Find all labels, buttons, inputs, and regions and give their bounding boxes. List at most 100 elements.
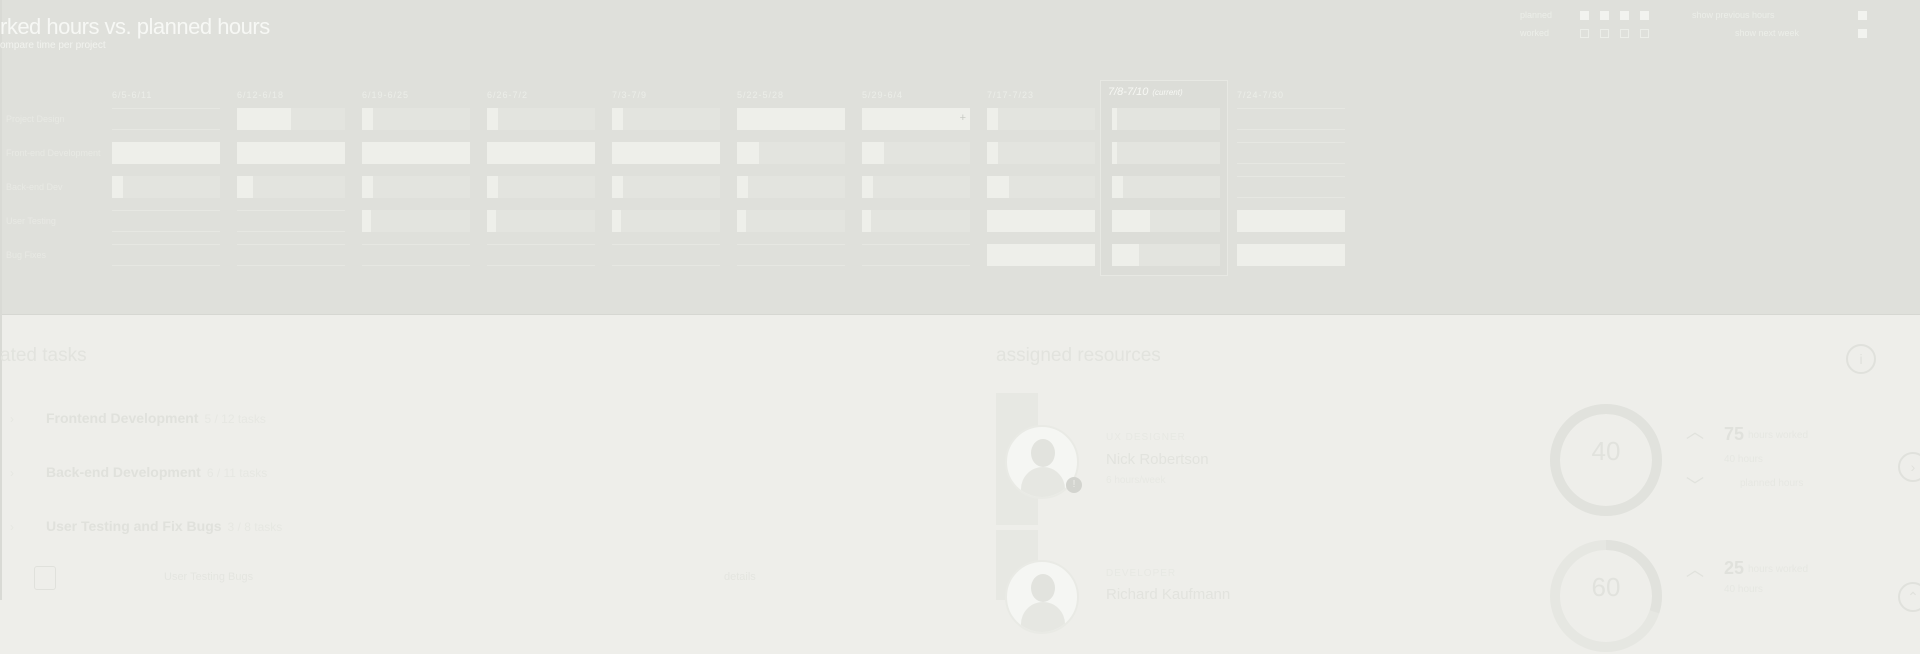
hours-cell[interactable] (112, 108, 220, 130)
avatar-head (1031, 574, 1055, 602)
legend-swatch-planned-3 (1620, 11, 1629, 20)
avatar-head (1031, 439, 1055, 467)
hours-cell-fill (1112, 244, 1139, 266)
hours-cell-track (237, 176, 345, 198)
hours-cell[interactable] (112, 176, 220, 198)
task-item[interactable]: › User Testing and Fix Bugs 3 / 8 tasks (10, 518, 282, 534)
task-name: User Testing and Fix Bugs (46, 518, 222, 534)
hours-cell[interactable] (237, 108, 345, 130)
hours-cell[interactable] (1112, 244, 1220, 266)
hours-cell[interactable] (362, 210, 470, 232)
hours-cell[interactable] (487, 142, 595, 164)
task-item[interactable]: › Back-end Development 6 / 11 tasks (10, 464, 267, 480)
hours-cell[interactable] (1237, 210, 1345, 232)
avatar-body (1021, 467, 1065, 497)
hours-cell-fill (237, 142, 345, 164)
hours-cell[interactable] (1112, 142, 1220, 164)
hours-cell[interactable] (112, 210, 220, 232)
hours-cell[interactable] (1112, 176, 1220, 198)
legend-swatch-worked (1580, 29, 1589, 38)
hours-cell[interactable] (987, 176, 1095, 198)
subtask-name: User Testing Bugs (164, 571, 254, 583)
task-count: 3 / 8 tasks (227, 520, 283, 534)
hours-cell[interactable] (237, 142, 345, 164)
hours-cell[interactable] (862, 142, 970, 164)
hours-cell[interactable] (362, 244, 470, 266)
page-title: rked hours vs. planned hours (0, 14, 270, 39)
column-header: 7/17-7/23 (987, 90, 1035, 100)
hours-cell[interactable] (112, 142, 220, 164)
hours-cell[interactable] (737, 210, 845, 232)
hours-grid: 6/5-6/11 6/12-6/18 6/19-6/25 6/26-7/2 7/3-7/… (0, 80, 1360, 280)
hours-cell-fill (612, 176, 623, 198)
resource-name[interactable]: Richard Kaufmann (1106, 586, 1230, 603)
next-resource-button[interactable]: › (1898, 452, 1920, 482)
hours-cell-track (612, 176, 720, 198)
hours-cell-track (1112, 142, 1220, 164)
hours-cell[interactable] (1237, 142, 1345, 164)
hours-cell-track (1237, 176, 1345, 198)
hours-cell-fill (1112, 176, 1123, 198)
hours-cell[interactable] (987, 108, 1095, 130)
hours-cell[interactable] (612, 142, 720, 164)
hours-cell[interactable] (737, 108, 845, 130)
row-label: Bug Fixes (6, 250, 47, 260)
hours-cell[interactable] (362, 108, 470, 130)
hours-cell[interactable] (737, 244, 845, 266)
hours-cell[interactable] (987, 142, 1095, 164)
info-icon[interactable]: i (1846, 344, 1876, 374)
hours-cell[interactable] (237, 244, 345, 266)
document-icon (34, 566, 56, 590)
hours-cell-track (1237, 142, 1345, 164)
resource-name[interactable]: Nick Robertson (1106, 451, 1209, 468)
hours-cell[interactable] (612, 210, 720, 232)
hours-cell-track (1237, 108, 1345, 130)
hours-cell[interactable] (237, 176, 345, 198)
hours-cell[interactable] (737, 142, 845, 164)
hours-cell[interactable] (862, 244, 970, 266)
chevron-down-icon[interactable]: ﹀ (1686, 472, 1704, 498)
hours-cell[interactable] (1112, 108, 1220, 130)
hours-cell[interactable] (1112, 210, 1220, 232)
hours-cell[interactable] (1237, 108, 1345, 130)
hours-cell[interactable] (1237, 176, 1345, 198)
hours-cell-track (362, 210, 470, 232)
task-item[interactable]: › Frontend Development 5 / 12 tasks (10, 410, 266, 426)
show-previous-hours-label: show previous hours (1692, 10, 1775, 20)
hours-cell[interactable] (362, 142, 470, 164)
hours-cell[interactable] (987, 210, 1095, 232)
hours-cell-fill (487, 210, 496, 232)
column-header: 6/26-7/2 (487, 90, 529, 100)
hours-cell[interactable] (1237, 244, 1345, 266)
hours-cell[interactable] (987, 244, 1095, 266)
hours-cell[interactable] (612, 108, 720, 130)
chevron-up-icon[interactable]: ︿ (1686, 556, 1704, 582)
show-previous-hours-checkbox[interactable] (1858, 11, 1867, 20)
show-next-week-checkbox[interactable] (1858, 29, 1867, 38)
hours-cell[interactable]: + (862, 108, 970, 130)
collapse-icon[interactable]: ⌃ (1898, 582, 1920, 612)
hours-cell[interactable] (362, 176, 470, 198)
subtask-row[interactable]: User Testing Bugs details (34, 566, 774, 590)
hours-cell[interactable] (487, 108, 595, 130)
hours-cell-track (1112, 176, 1220, 198)
hours-cell[interactable] (612, 244, 720, 266)
hours-cell[interactable] (487, 244, 595, 266)
hours-cell[interactable] (862, 176, 970, 198)
hours-cell[interactable] (487, 176, 595, 198)
hours-cell[interactable] (862, 210, 970, 232)
hours-cell[interactable] (237, 210, 345, 232)
hours-cell[interactable] (612, 176, 720, 198)
chevron-up-icon[interactable]: ︿ (1686, 418, 1704, 444)
hours-cell-track (112, 176, 220, 198)
hours-cell[interactable] (487, 210, 595, 232)
column-header: 6/19-6/25 (362, 90, 410, 100)
hours-cell[interactable] (112, 244, 220, 266)
hours-cell-fill (1112, 142, 1117, 164)
hours-cell-track (862, 244, 970, 266)
hours-cell-track (362, 176, 470, 198)
subtask-details-link[interactable]: details (724, 571, 756, 583)
hours-cell-fill (987, 108, 998, 130)
hours-cell[interactable] (737, 176, 845, 198)
column-header: 5/29-6/4 (862, 90, 904, 100)
